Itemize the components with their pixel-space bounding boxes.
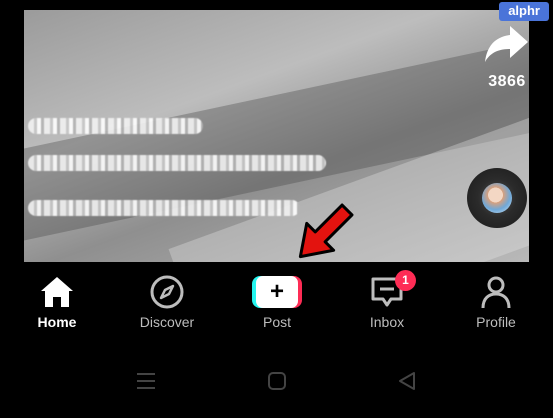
- nav-profile-label: Profile: [476, 314, 516, 330]
- red-arrow-annotation: [298, 203, 354, 259]
- share-arrow-icon: [485, 26, 528, 62]
- inbox-badge: 1: [395, 270, 416, 291]
- nav-discover-label: Discover: [139, 314, 195, 330]
- nav-inbox[interactable]: 1 Inbox: [337, 270, 437, 330]
- video-feed[interactable]: [24, 10, 529, 262]
- back-triangle-icon[interactable]: [396, 370, 418, 392]
- bottom-navigation: Home Discover + Post 1 Inbox Profile: [0, 262, 553, 340]
- home-square-icon[interactable]: [266, 370, 288, 392]
- nav-home-label: Home: [37, 314, 77, 330]
- nav-discover[interactable]: Discover: [117, 274, 217, 330]
- obscured-caption-line-3: [28, 200, 300, 216]
- creator-avatar: [482, 183, 512, 213]
- nav-profile[interactable]: Profile: [446, 274, 546, 330]
- recents-icon[interactable]: [135, 370, 157, 392]
- alphr-watermark: alphr: [499, 2, 549, 21]
- obscured-caption-line-1: [28, 118, 203, 134]
- nav-post-label: Post: [262, 314, 291, 330]
- phone-screen: alphr 3866 Home Discover + Post 1 Inbox …: [0, 0, 553, 418]
- obscured-caption-line-2: [28, 155, 326, 171]
- home-icon: [41, 277, 73, 307]
- nav-post[interactable]: + Post: [227, 274, 327, 330]
- share-button[interactable]: 3866: [477, 22, 537, 91]
- share-count: 3866: [488, 73, 526, 90]
- plus-icon: +: [256, 276, 298, 308]
- compass-icon: [150, 275, 184, 309]
- music-disc[interactable]: [467, 168, 527, 228]
- nav-inbox-label: Inbox: [369, 314, 405, 330]
- post-button[interactable]: +: [252, 276, 302, 308]
- system-navigation-bar: [0, 348, 553, 418]
- person-icon: [481, 276, 511, 309]
- nav-home[interactable]: Home: [7, 274, 107, 330]
